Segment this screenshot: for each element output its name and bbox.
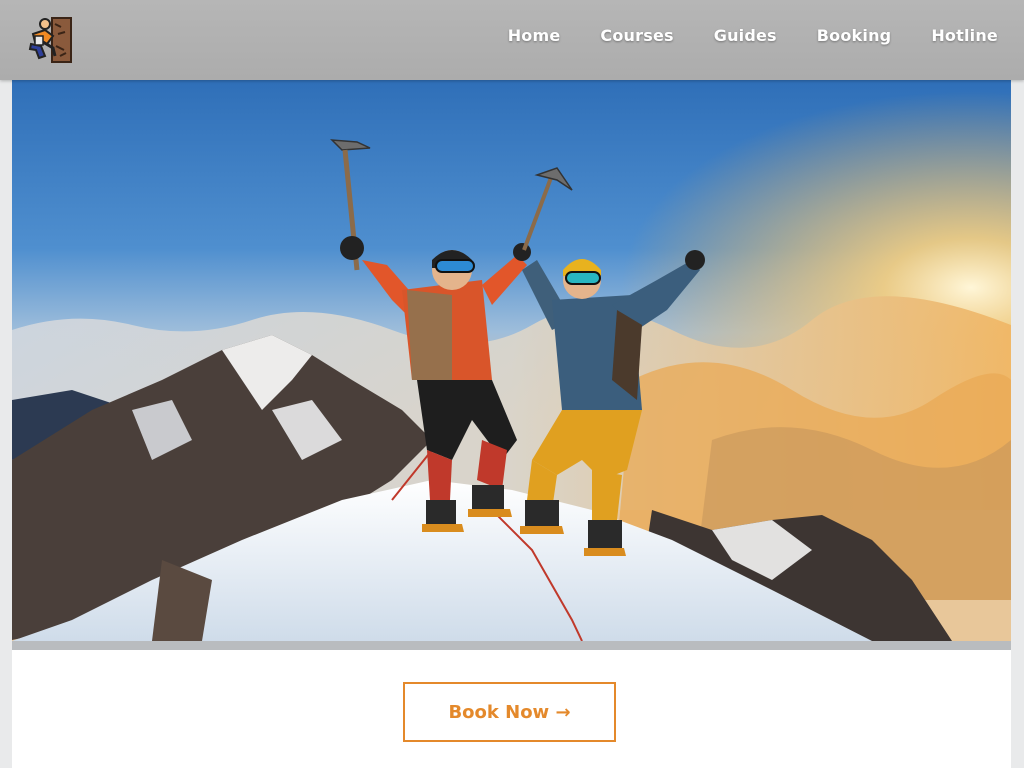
main-nav: Home Courses Guides Booking Hotline	[468, 26, 998, 45]
nav-booking[interactable]: Booking	[817, 26, 892, 45]
nav-home[interactable]: Home	[508, 26, 561, 45]
book-now-button[interactable]: Book Now →	[403, 682, 616, 742]
nav-guides[interactable]: Guides	[714, 26, 777, 45]
climber-logo-icon[interactable]	[25, 16, 73, 64]
nav-courses[interactable]: Courses	[600, 26, 673, 45]
site-header: Home Courses Guides Booking Hotline	[0, 0, 1024, 80]
page-content: Book Now →	[12, 80, 1011, 768]
nav-hotline[interactable]: Hotline	[931, 26, 998, 45]
hero-divider	[12, 641, 1011, 650]
hero-image	[12, 80, 1011, 641]
